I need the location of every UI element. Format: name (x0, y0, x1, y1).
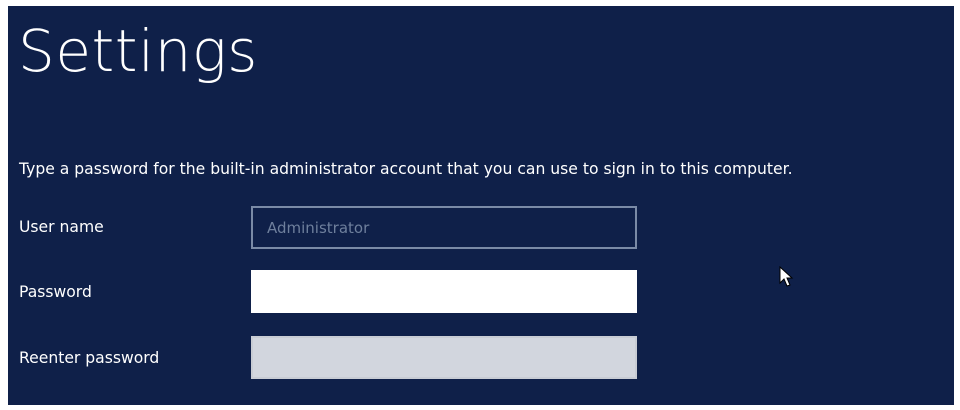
reenter-password-field[interactable] (251, 336, 637, 379)
page-title: Settings (18, 17, 258, 85)
password-label: Password (19, 283, 92, 301)
reenter-password-label: Reenter password (19, 349, 160, 367)
mouse-pointer-icon (779, 266, 794, 287)
username-field[interactable] (251, 206, 637, 249)
settings-screen: Settings Type a password for the built-i… (8, 6, 954, 405)
instruction-text: Type a password for the built-in adminis… (19, 160, 793, 178)
username-label: User name (19, 218, 104, 236)
password-field[interactable] (251, 270, 637, 313)
